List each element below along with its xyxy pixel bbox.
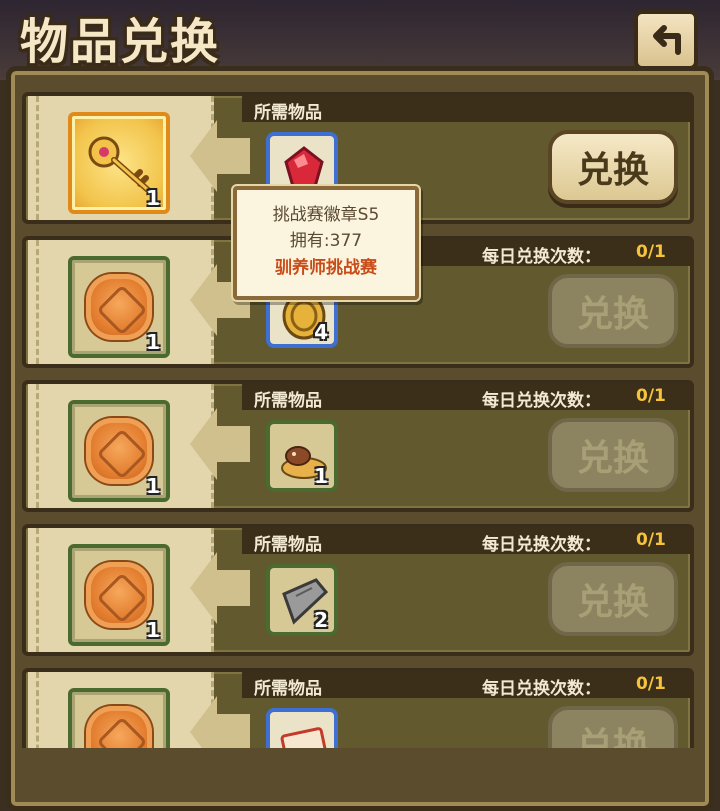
daily-limit-count: 0/1: [636, 386, 666, 406]
back-button[interactable]: [634, 10, 698, 70]
mooncake-icon: [86, 274, 152, 340]
reward-slot[interactable]: 1: [68, 256, 170, 358]
reward-slot[interactable]: [68, 688, 170, 750]
required-items-label: 所需物品: [254, 679, 322, 699]
mooncake-icon: [86, 418, 152, 484]
exchange-row: 所需物品 每日兑换次数： 0/1 1 1 兑换: [22, 380, 694, 512]
daily-limit-label: 每日兑换次数：: [482, 391, 601, 411]
back-arrow-icon: [653, 25, 681, 55]
item-tooltip: 挑战赛徽章S5 拥有:377 驯养师挑战赛: [233, 186, 419, 300]
mooncake-icon: [86, 706, 152, 750]
reward-quantity: 1: [146, 186, 160, 210]
ticket-icon: [280, 727, 328, 750]
daily-limit-count: 0/1: [636, 242, 666, 262]
daily-limit-count: 0/1: [636, 530, 666, 550]
exchange-row: 所需物品 每日兑换次数： 0/1 1 2 兑换: [22, 524, 694, 656]
daily-limit-label: 每日兑换次数：: [482, 247, 601, 267]
reward-slot[interactable]: 1: [68, 400, 170, 502]
reward-slot[interactable]: 1: [68, 544, 170, 646]
reward-slot[interactable]: 1: [68, 112, 170, 214]
exchange-button[interactable]: 兑换: [548, 706, 678, 750]
tooltip-source: 驯养师挑战赛: [275, 258, 377, 278]
daily-limit-label: 每日兑换次数：: [482, 679, 601, 699]
required-item-slot[interactable]: 1: [266, 420, 338, 492]
required-quantity: 1: [314, 464, 328, 488]
exchange-button[interactable]: 兑换: [548, 562, 678, 636]
exchange-button[interactable]: 兑换: [548, 130, 678, 204]
required-quantity: 4: [314, 320, 328, 344]
exchange-row: 所需物品 每日兑换次数： 0/1 兑换: [22, 668, 694, 750]
mooncake-icon: [86, 562, 152, 628]
required-quantity: 2: [314, 608, 328, 632]
reward-quantity: 1: [146, 330, 160, 354]
tooltip-owned-count: 拥有:377: [289, 231, 363, 251]
required-items-label: 所需物品: [254, 535, 322, 555]
required-items-label: 所需物品: [254, 391, 322, 411]
daily-limit-label: 每日兑换次数：: [482, 535, 601, 555]
required-item-slot[interactable]: 2: [266, 564, 338, 636]
required-item-slot[interactable]: [266, 708, 338, 750]
page-title: 物品兑换: [20, 14, 221, 70]
exchange-button[interactable]: 兑换: [548, 274, 678, 348]
daily-limit-count: 0/1: [636, 674, 666, 694]
exchange-button[interactable]: 兑换: [548, 418, 678, 492]
reward-quantity: 1: [146, 618, 160, 642]
tooltip-item-name: 挑战赛徽章S5: [272, 205, 380, 225]
required-items-label: 所需物品: [254, 103, 322, 123]
panel-bottom-edge: [22, 748, 698, 798]
reward-quantity: 1: [146, 474, 160, 498]
